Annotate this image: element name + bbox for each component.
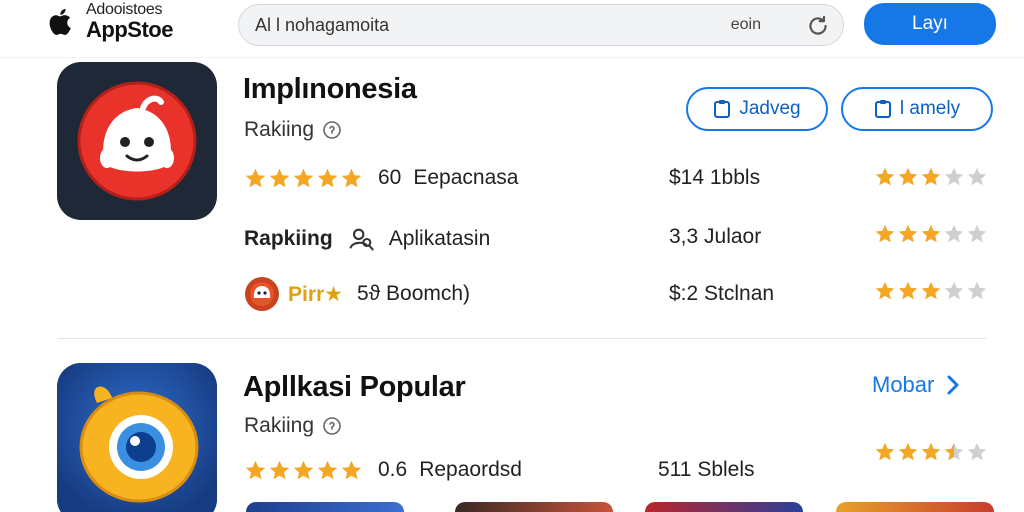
btn-right[interactable]: l amely bbox=[841, 87, 993, 131]
app-icon-1[interactable] bbox=[57, 62, 217, 220]
price-4: 511 Sblels bbox=[658, 458, 755, 481]
star-icon bbox=[875, 167, 895, 186]
star-icon bbox=[944, 281, 964, 300]
info-icon[interactable] bbox=[322, 120, 342, 140]
chevron-right-icon bbox=[947, 375, 959, 395]
btn-right-label: l amely bbox=[899, 98, 961, 119]
primary-action-button[interactable]: Layı bbox=[864, 3, 996, 45]
brand[interactable]: Adooistoes AppStoe bbox=[44, 2, 173, 41]
ghost-face-icon bbox=[77, 81, 197, 201]
star-icon bbox=[341, 168, 362, 187]
star-icon bbox=[269, 460, 290, 479]
more-link[interactable]: Mobar bbox=[872, 372, 962, 398]
more-link-label: Mobar bbox=[872, 372, 935, 397]
star-icon bbox=[875, 224, 895, 243]
clipboard-icon bbox=[874, 100, 891, 118]
info-icon[interactable] bbox=[322, 416, 342, 436]
star-icon bbox=[898, 281, 918, 300]
star-icon bbox=[293, 460, 314, 479]
star-icon bbox=[269, 168, 290, 187]
star-icon bbox=[944, 224, 964, 243]
price-1: $14 1bbls bbox=[669, 166, 761, 189]
search-bar: eoin bbox=[238, 4, 844, 46]
rating-count: 60 bbox=[378, 166, 402, 189]
clipboard-icon bbox=[714, 100, 731, 118]
star-icon bbox=[898, 442, 918, 461]
app-icon-2[interactable] bbox=[57, 363, 217, 512]
row-label: Eepacnasa bbox=[413, 166, 519, 189]
star-icon bbox=[245, 168, 266, 187]
star-icon bbox=[944, 167, 964, 186]
section-divider bbox=[58, 338, 986, 339]
rating-stars-right bbox=[874, 441, 989, 463]
row-label-bold: Rapkiing bbox=[244, 227, 333, 250]
brand-subtitle: Adooistoes bbox=[86, 1, 163, 18]
row-label: 5ϑ Boomch) bbox=[357, 282, 471, 305]
star-icon bbox=[921, 224, 941, 243]
list-row-3[interactable]: Pirr★ 5ϑ Boomch) bbox=[244, 277, 471, 311]
btn-left-label: Jadveg bbox=[739, 98, 801, 119]
search-input[interactable] bbox=[255, 13, 725, 37]
star-icon bbox=[967, 167, 987, 186]
screenshot-thumb-3[interactable] bbox=[645, 502, 803, 512]
app-ranking-2: Rakiing bbox=[244, 414, 342, 438]
rating-stars bbox=[244, 167, 364, 190]
list-row-4[interactable]: 0.6 Repaordsd bbox=[244, 454, 522, 486]
screenshot-thumb-1[interactable] bbox=[246, 502, 404, 512]
search-scope-label[interactable]: eoin bbox=[731, 16, 761, 34]
star-icon bbox=[944, 442, 964, 461]
app-title-2[interactable]: Apllkasi Popular bbox=[243, 371, 466, 404]
star-icon bbox=[898, 224, 918, 243]
row-label: Aplikatasin bbox=[388, 227, 491, 250]
rating-stars-right bbox=[874, 280, 989, 302]
screenshot-thumb-2[interactable] bbox=[455, 502, 613, 512]
price-3: $:2 Stclnan bbox=[669, 282, 775, 305]
btn-left[interactable]: Jadveg bbox=[686, 87, 828, 131]
rating-count: 0.6 bbox=[378, 458, 408, 481]
camera-character-icon bbox=[57, 363, 217, 512]
ranking-label: Rakiing bbox=[244, 118, 315, 141]
star-icon bbox=[317, 168, 338, 187]
star-icon bbox=[875, 442, 895, 461]
star-icon bbox=[921, 167, 941, 186]
list-row-2[interactable]: Rapkiing Aplikatasin bbox=[244, 223, 490, 255]
star-icon bbox=[921, 442, 941, 461]
star-icon bbox=[921, 281, 941, 300]
star-icon bbox=[967, 224, 987, 243]
ranking-label: Rakiing bbox=[244, 414, 315, 437]
star-icon bbox=[898, 167, 918, 186]
star-icon bbox=[341, 460, 362, 479]
star-icon bbox=[967, 281, 987, 300]
rating-stars-right bbox=[874, 223, 989, 245]
star-icon bbox=[293, 168, 314, 187]
star-icon bbox=[245, 460, 266, 479]
apple-icon bbox=[49, 8, 71, 35]
brand-title: AppStoe bbox=[86, 17, 173, 42]
rating-stars bbox=[244, 459, 364, 482]
star-icon bbox=[967, 442, 987, 461]
person-search-icon bbox=[349, 228, 374, 251]
screenshot-thumb-4[interactable] bbox=[836, 502, 994, 512]
top-bar: Adooistoes AppStoe eoin Layı bbox=[0, 0, 1024, 58]
refresh-icon[interactable] bbox=[805, 13, 831, 39]
star-icon bbox=[875, 281, 895, 300]
rating-stars-right bbox=[874, 166, 989, 188]
star-icon bbox=[317, 460, 338, 479]
app-title-1[interactable]: Implınonesia bbox=[243, 73, 417, 106]
list-row-1[interactable]: 60 Eepacnasa bbox=[244, 162, 518, 194]
app-ranking-1: Rakiing bbox=[244, 118, 342, 142]
price-2: 3,3 Julaor bbox=[669, 225, 762, 248]
row-label: Repaordsd bbox=[419, 458, 522, 481]
app-badge-icon bbox=[245, 277, 279, 311]
badge-text: Pirr★ bbox=[288, 282, 344, 306]
